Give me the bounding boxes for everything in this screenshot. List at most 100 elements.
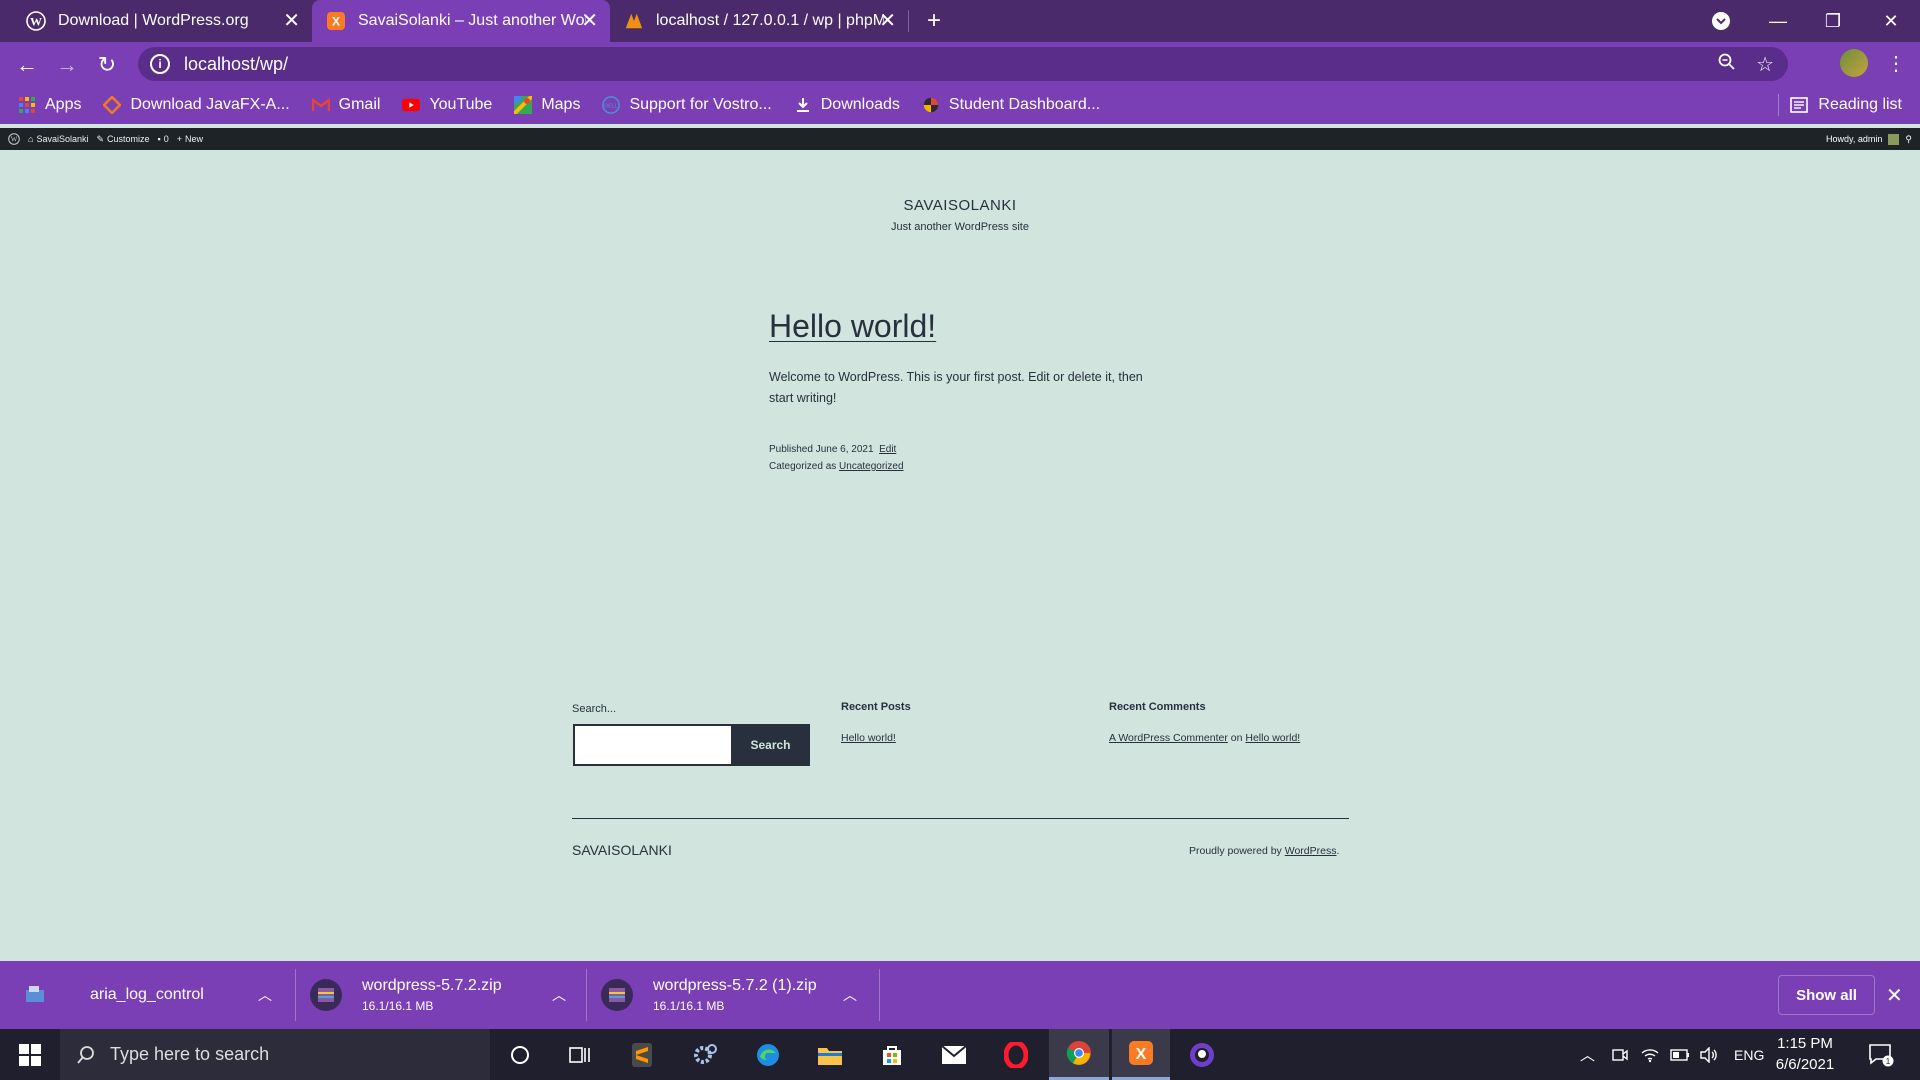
download-item-wordpress-zip[interactable]: wordpress-5.7.2.zip 16.1/16.1 MB ︿ xyxy=(296,961,586,1029)
admin-search-icon[interactable]: ⚲ xyxy=(1905,134,1912,145)
bookmark-gmail[interactable]: Gmail xyxy=(311,96,381,114)
bookmark-label: Gmail xyxy=(338,96,381,113)
bookmark-student-dashboard[interactable]: Student Dashboard... xyxy=(922,96,1100,114)
xampp-icon: X xyxy=(326,11,346,31)
site-info-icon[interactable]: i xyxy=(150,54,170,74)
admin-comments-link[interactable]: ▪ 0 xyxy=(158,134,169,144)
wp-logo-icon[interactable]: W xyxy=(8,133,20,145)
chevron-up-icon[interactable]: ︿ xyxy=(843,985,857,1005)
recent-posts-heading: Recent Posts xyxy=(841,701,911,713)
tab-search-dropdown-icon[interactable] xyxy=(1706,6,1736,36)
maps-icon xyxy=(514,96,533,114)
footer-site-title[interactable]: SAVAISOLANKI xyxy=(572,842,672,858)
github-desktop-icon[interactable] xyxy=(1174,1029,1230,1080)
admin-new-link[interactable]: + New xyxy=(177,134,203,144)
volume-icon[interactable] xyxy=(1700,1029,1718,1080)
search-input[interactable] xyxy=(573,724,733,766)
cortana-icon[interactable] xyxy=(492,1029,548,1080)
svg-text:X: X xyxy=(1136,1046,1147,1063)
taskbar-search[interactable]: Type here to search xyxy=(60,1029,490,1080)
restore-icon[interactable]: ❐ xyxy=(1818,6,1848,36)
site-title[interactable]: SAVAISOLANKI xyxy=(0,197,1920,214)
reload-icon[interactable]: ↻ xyxy=(93,51,121,79)
commenter-link[interactable]: A WordPress Commenter xyxy=(1109,732,1228,744)
meet-now-icon[interactable] xyxy=(1612,1029,1628,1080)
wifi-icon[interactable] xyxy=(1641,1029,1659,1080)
reading-list-label: Reading list xyxy=(1818,96,1902,113)
svg-text:DELL: DELL xyxy=(605,104,618,110)
chevron-up-icon[interactable]: ︿ xyxy=(552,985,566,1005)
show-all-button[interactable]: Show all xyxy=(1778,975,1875,1015)
category-link[interactable]: Uncategorized xyxy=(839,461,903,472)
bookmark-dell-support[interactable]: DELL Support for Vostro... xyxy=(602,96,772,114)
recent-post-link[interactable]: Hello world! xyxy=(841,732,896,744)
tab-phpmyadmin[interactable]: localhost / 127.0.0.1 / wp | phpMyAdmin … xyxy=(610,0,908,42)
edge-browser-icon[interactable] xyxy=(740,1029,796,1080)
task-view-icon[interactable] xyxy=(552,1029,608,1080)
settings-gear-icon[interactable] xyxy=(677,1029,733,1080)
close-shelf-icon[interactable]: ✕ xyxy=(1886,983,1903,1008)
reading-list-button[interactable]: Reading list xyxy=(1790,86,1902,124)
close-icon[interactable]: ✕ xyxy=(283,11,300,31)
comment-icon: ▪ xyxy=(157,134,161,144)
back-arrow-icon[interactable]: ← xyxy=(13,51,41,79)
windows-start-icon[interactable] xyxy=(0,1029,60,1080)
brush-icon: ✎ xyxy=(96,133,105,144)
close-window-icon[interactable]: ✕ xyxy=(1876,6,1906,36)
bookmark-star-icon[interactable]: ☆ xyxy=(1756,52,1774,77)
menu-kebab-icon[interactable]: ⋮ xyxy=(1886,51,1906,76)
profile-avatar[interactable] xyxy=(1840,49,1868,77)
admin-site-link[interactable]: ⌂ SavaiSolanki xyxy=(28,134,88,144)
admin-howdy[interactable]: Howdy, admin xyxy=(1826,134,1882,144)
bookmark-label: Student Dashboard... xyxy=(948,96,1101,113)
search-button[interactable]: Search xyxy=(731,724,810,766)
footer-divider xyxy=(572,818,1349,819)
comment-post-link[interactable]: Hello world! xyxy=(1245,732,1300,744)
close-icon[interactable]: ✕ xyxy=(879,11,896,31)
post-title[interactable]: Hello world! xyxy=(769,308,936,345)
clock-date: 6/6/2021 xyxy=(1775,1056,1835,1073)
download-item-wordpress-zip-1[interactable]: wordpress-5.7.2 (1).zip 16.1/16.1 MB ︿ xyxy=(587,961,879,1029)
download-item-aria-log[interactable]: aria_log_control ︿ xyxy=(0,961,295,1029)
address-bar[interactable]: i localhost/wp/ ☆ xyxy=(138,47,1788,81)
bookmark-label: Maps xyxy=(541,96,581,113)
xampp-taskbar-icon[interactable]: X xyxy=(1112,1029,1170,1080)
battery-icon[interactable] xyxy=(1670,1029,1690,1080)
admin-customize-link[interactable]: ✎ Customize xyxy=(96,134,149,145)
new-tab-plus-icon[interactable]: + xyxy=(921,7,947,34)
published-label: Published xyxy=(769,444,813,455)
post-meta: Published June 6, 2021 Edit Categorized … xyxy=(769,441,904,475)
download-size: 16.1/16.1 MB xyxy=(653,999,725,1013)
minimize-icon[interactable]: — xyxy=(1763,6,1793,36)
student-icon xyxy=(922,96,940,114)
language-indicator[interactable]: ENG xyxy=(1734,1029,1764,1080)
sublime-text-icon[interactable] xyxy=(614,1029,670,1080)
notification-center-icon[interactable]: 1 xyxy=(1868,1029,1894,1080)
forward-arrow-icon[interactable]: → xyxy=(53,51,81,79)
bookmark-maps[interactable]: Maps xyxy=(514,96,580,114)
chevron-up-icon[interactable]: ︿ xyxy=(258,985,272,1005)
taskbar-clock[interactable]: 1:15 PM 6/6/2021 xyxy=(1770,1033,1840,1075)
wordpress-link[interactable]: WordPress xyxy=(1285,845,1337,857)
admin-avatar-icon[interactable] xyxy=(1888,133,1900,145)
opera-icon[interactable] xyxy=(988,1029,1044,1080)
bookmark-label: Download JavaFX-A... xyxy=(130,96,290,113)
chrome-icon[interactable] xyxy=(1049,1029,1109,1080)
download-info: wordpress-5.7.2 (1).zip 16.1/16.1 MB xyxy=(653,977,817,1013)
close-icon[interactable]: ✕ xyxy=(581,11,598,31)
bookmark-label: YouTube xyxy=(429,96,493,113)
edit-link[interactable]: Edit xyxy=(879,444,896,455)
zoom-magnifier-icon[interactable] xyxy=(1718,53,1736,76)
tab-wordpress-download[interactable]: W Download | WordPress.org ✕ xyxy=(12,0,312,42)
bookmark-downloads[interactable]: Downloads xyxy=(794,96,900,114)
tab-savaisolanki[interactable]: X SavaiSolanki – Just another WordPress … xyxy=(312,0,610,42)
microsoft-store-icon[interactable] xyxy=(864,1029,920,1080)
show-hidden-icons-chevron[interactable]: ︿ xyxy=(1580,1029,1595,1080)
bookmark-label: Support for Vostro... xyxy=(629,96,772,113)
bookmark-javafx[interactable]: Download JavaFX-A... xyxy=(103,96,290,114)
admin-site-name: SavaiSolanki xyxy=(36,134,89,144)
mail-icon[interactable] xyxy=(926,1029,982,1080)
bookmark-youtube[interactable]: YouTube xyxy=(402,96,492,114)
bookmark-apps[interactable]: Apps xyxy=(18,96,81,114)
file-explorer-icon[interactable] xyxy=(802,1029,858,1080)
